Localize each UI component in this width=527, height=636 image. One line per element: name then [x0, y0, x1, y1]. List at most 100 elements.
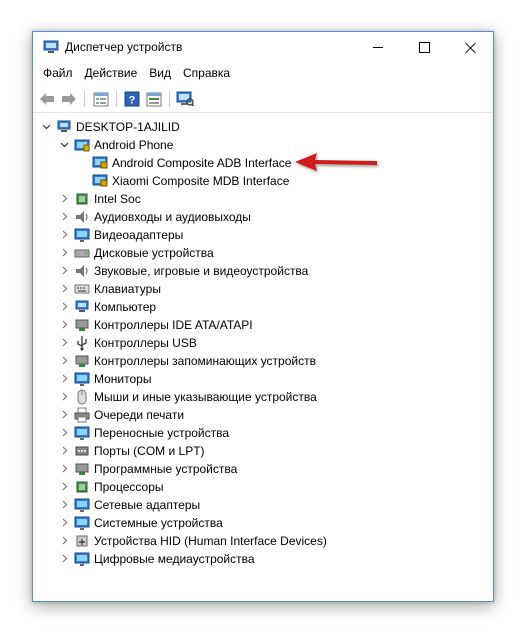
close-icon	[465, 42, 476, 53]
toolbar-separator	[116, 91, 117, 107]
menu-help[interactable]: Справка	[177, 66, 236, 80]
expand-chevron-icon[interactable]	[60, 428, 69, 437]
minimize-button[interactable]	[355, 32, 401, 62]
controller-icon	[74, 317, 90, 333]
tree-category-monitors[interactable]: Мониторы	[34, 370, 492, 388]
maximize-icon	[418, 41, 430, 53]
expand-chevron-icon[interactable]	[60, 374, 69, 383]
tree-category-computer[interactable]: Компьютер	[34, 298, 492, 316]
tree-node-label: Процессоры	[94, 480, 164, 494]
tree-category-software-devices[interactable]: Программные устройства	[34, 460, 492, 478]
computer-icon	[56, 119, 72, 135]
expand-chevron-icon[interactable]	[60, 446, 69, 455]
tree-device-xiaomi-mdb[interactable]: Xiaomi Composite MDB Interface	[34, 172, 492, 190]
menu-action[interactable]: Действие	[79, 66, 144, 80]
expand-chevron-icon[interactable]	[60, 194, 69, 203]
tree-category-print-queues[interactable]: Очереди печати	[34, 406, 492, 424]
display-icon	[74, 497, 90, 513]
tree-category-mice-pointing[interactable]: Мыши и иные указывающие устройства	[34, 388, 492, 406]
close-button[interactable]	[447, 32, 493, 62]
tree-category-portable-devices[interactable]: Переносные устройства	[34, 424, 492, 442]
expand-chevron-icon[interactable]	[60, 356, 69, 365]
tree-category-digital-media-devices[interactable]: Цифровые медиаустройства	[34, 550, 492, 568]
tree-node-label: Видеоадаптеры	[94, 228, 184, 242]
device-tree[interactable]: DESKTOP-1AJILID Android Phone Android Comp…	[34, 113, 492, 600]
disk-icon	[74, 245, 90, 261]
toolbar-separator	[169, 91, 170, 107]
tree-category-keyboards[interactable]: Клавиатуры	[34, 280, 492, 298]
tree-node-label: Устройства HID (Human Interface Devices)	[94, 534, 327, 548]
tree-root-computer[interactable]: DESKTOP-1AJILID	[34, 118, 492, 136]
tree-category-hid-devices[interactable]: Устройства HID (Human Interface Devices)	[34, 532, 492, 550]
collapse-chevron-icon[interactable]	[42, 122, 51, 131]
maximize-button[interactable]	[401, 32, 447, 62]
tree-category-sound-video-game[interactable]: Звуковые, игровые и видеоустройства	[34, 262, 492, 280]
tree-node-label: Мониторы	[94, 372, 152, 386]
scan-hardware-icon	[176, 91, 194, 107]
tree-category-ports-com-lpt[interactable]: Порты (COM и LPT)	[34, 442, 492, 460]
menu-bar: Файл Действие Вид Справка	[33, 62, 493, 84]
expand-chevron-icon[interactable]	[60, 554, 69, 563]
expand-chevron-icon[interactable]	[60, 248, 69, 257]
expand-chevron-icon[interactable]	[60, 464, 69, 473]
collapse-chevron-icon[interactable]	[60, 140, 69, 149]
forward-button[interactable]	[59, 90, 79, 108]
back-button[interactable]	[37, 90, 57, 108]
properties-button[interactable]	[91, 90, 111, 108]
tree-category-usb-controllers[interactable]: Контроллеры USB	[34, 334, 492, 352]
controller-icon	[74, 461, 90, 477]
tree-node-label: Аудиовходы и аудиовыходы	[94, 210, 251, 224]
expand-chevron-icon[interactable]	[60, 410, 69, 419]
expand-chevron-icon[interactable]	[60, 338, 69, 347]
tree-category-audio-io[interactable]: Аудиовходы и аудиовыходы	[34, 208, 492, 226]
tree-node-label: Звуковые, игровые и видеоустройства	[94, 264, 309, 278]
window-title: Диспетчер устройств	[65, 40, 183, 54]
tree-category-android-phone[interactable]: Android Phone	[34, 136, 492, 154]
tree-node-label: Контроллеры USB	[94, 336, 197, 350]
usb-icon	[74, 335, 90, 351]
display-icon	[74, 227, 90, 243]
help-icon: ?	[124, 91, 140, 107]
tree-node-label: DESKTOP-1AJILID	[76, 120, 180, 134]
expand-chevron-icon[interactable]	[60, 482, 69, 491]
expand-chevron-icon[interactable]	[60, 230, 69, 239]
help-button[interactable]: ?	[122, 90, 142, 108]
display-icon	[74, 515, 90, 531]
svg-text:?: ?	[129, 95, 136, 107]
forward-icon	[62, 93, 76, 105]
mouse-icon	[74, 389, 90, 405]
tree-category-system-devices[interactable]: Системные устройства	[34, 514, 492, 532]
port-icon	[74, 443, 90, 459]
menu-file[interactable]: Файл	[37, 66, 79, 80]
expand-chevron-icon[interactable]	[60, 266, 69, 275]
scan-hardware-button[interactable]	[175, 90, 195, 108]
chip-icon	[74, 479, 90, 495]
title-bar[interactable]: Диспетчер устройств	[33, 32, 493, 62]
tree-category-disk-drives[interactable]: Дисковые устройства	[34, 244, 492, 262]
tree-category-storage-controllers[interactable]: Контроллеры запоминающих устройств	[34, 352, 492, 370]
tree-category-processors[interactable]: Процессоры	[34, 478, 492, 496]
expand-chevron-icon[interactable]	[60, 284, 69, 293]
expand-chevron-icon[interactable]	[60, 536, 69, 545]
tree-node-label: Переносные устройства	[94, 426, 230, 440]
view-icon	[146, 92, 162, 106]
tree-node-label: Intel Soc	[94, 192, 141, 206]
tree-category-ide-ata-controllers[interactable]: Контроллеры IDE ATA/ATAPI	[34, 316, 492, 334]
tree-node-label: Очереди печати	[94, 408, 185, 422]
expand-chevron-icon[interactable]	[60, 320, 69, 329]
expand-chevron-icon[interactable]	[60, 212, 69, 221]
expand-chevron-icon[interactable]	[60, 392, 69, 401]
expand-chevron-icon[interactable]	[60, 302, 69, 311]
tree-node-label: Android Phone	[94, 138, 174, 152]
expand-chevron-icon[interactable]	[60, 518, 69, 527]
annotation-arrow	[295, 153, 377, 171]
properties-icon	[93, 92, 109, 106]
tree-device-android-adb[interactable]: Android Composite ADB Interface	[34, 154, 492, 172]
tree-category-display-adapters[interactable]: Видеоадаптеры	[34, 226, 492, 244]
expand-chevron-icon[interactable]	[60, 500, 69, 509]
view-button[interactable]	[144, 90, 164, 108]
tree-category-intel-soc[interactable]: Intel Soc	[34, 190, 492, 208]
controller-icon	[74, 353, 90, 369]
tree-category-network-adapters[interactable]: Сетевые адаптеры	[34, 496, 492, 514]
menu-view[interactable]: Вид	[143, 66, 177, 80]
